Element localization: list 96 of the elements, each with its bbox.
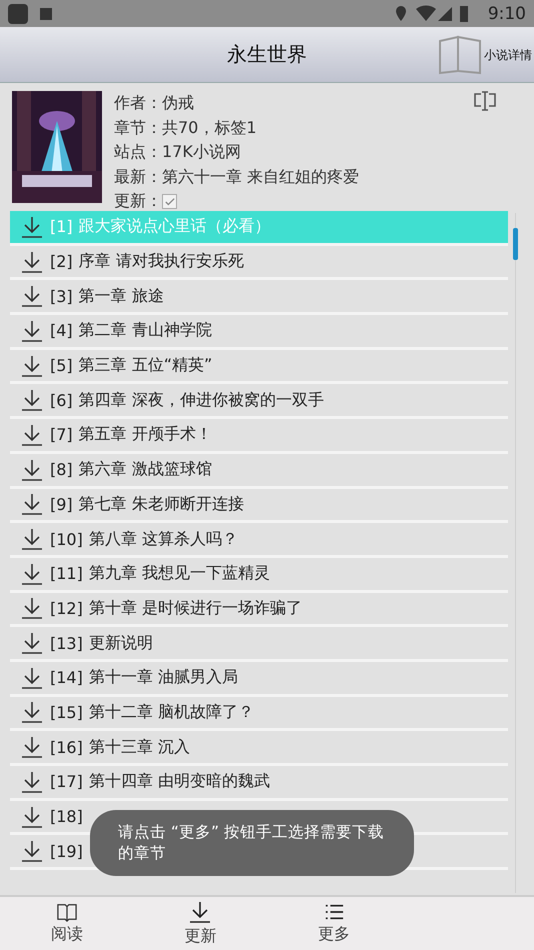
chapter-number: [12] xyxy=(50,598,83,618)
chapter-number: [19] xyxy=(50,842,83,861)
chapter-item[interactable]: [17] 第十四章 由明变暗的魏武 xyxy=(10,766,508,801)
chapter-item[interactable]: [16] 第十三章 沉入 xyxy=(10,731,508,766)
download-icon[interactable] xyxy=(20,388,44,412)
chapter-title: 更新说明 xyxy=(88,632,153,654)
field-value: 伪戒 xyxy=(162,92,194,114)
chapter-item[interactable]: [5] 第三章 五位“精英” xyxy=(10,350,508,384)
download-icon[interactable] xyxy=(20,214,44,239)
chapter-item[interactable]: [2] 序章 请对我执行安乐死 xyxy=(10,246,508,280)
chapter-item[interactable]: [12] 第十章 是时候进行一场诈骗了 xyxy=(10,592,508,628)
book-icon xyxy=(438,35,482,75)
nav-button[interactable]: 更多 xyxy=(267,897,400,950)
chapter-number: [17] xyxy=(50,772,83,792)
chapter-item[interactable]: [13] 更新说明 xyxy=(10,627,508,662)
chapter-number: [11] xyxy=(50,564,83,584)
chapter-item[interactable]: [6] 第四章 深夜，伸进你被窝的一双手 xyxy=(10,384,508,420)
book-title: 永生世界 xyxy=(227,41,307,68)
chapter-item[interactable]: [11] 第九章 我想见一下蓝精灵 xyxy=(10,558,508,593)
chapter-title: 跟大家说点心里话（必看） xyxy=(78,216,271,238)
chapter-title: 第七章 朱老师断开连接 xyxy=(78,494,244,515)
nav-button[interactable]: 阅读 xyxy=(0,897,134,950)
chapter-number: [2] xyxy=(50,252,73,272)
field-value: 第六十一章 来自红姐的疼爱 xyxy=(162,166,360,188)
clock: 9:10 xyxy=(488,4,526,24)
download-icon[interactable] xyxy=(20,735,44,760)
chapter-item[interactable]: [8] 第六章 激战篮球馆 xyxy=(10,454,508,488)
chapter-number: [14] xyxy=(50,668,83,688)
text-cursor-icon[interactable] xyxy=(472,90,498,112)
notification-icon xyxy=(40,8,52,20)
download-icon[interactable] xyxy=(20,770,44,794)
chapter-title: 第十二章 脑机故障了？ xyxy=(88,702,254,723)
scrollbar-thumb[interactable] xyxy=(513,228,518,260)
chapter-title: 第十三章 沉入 xyxy=(88,736,190,758)
chapter-number: [16] xyxy=(50,738,83,757)
chapter-number: [13] xyxy=(50,634,83,653)
field-label: 作者： xyxy=(114,92,162,114)
field-value: 17K小说网 xyxy=(162,141,241,163)
chapter-title: 第九章 我想见一下蓝精灵 xyxy=(88,563,270,584)
chapter-item[interactable]: [15] 第十二章 脑机故障了？ xyxy=(10,696,508,732)
book-icon xyxy=(56,902,78,922)
chapter-number: [3] xyxy=(50,286,73,306)
chapter-item[interactable]: [14] 第十一章 油腻男入局 xyxy=(10,662,508,697)
chapter-number: [15] xyxy=(50,702,83,722)
download-icon[interactable] xyxy=(20,839,44,864)
chapter-item[interactable]: [4] 第二章 青山神学院 xyxy=(10,315,508,350)
field-value: 共70，标签1 xyxy=(162,116,257,138)
chapter-item[interactable]: [3] 第一章 旅途 xyxy=(10,280,508,316)
download-icon[interactable] xyxy=(20,666,44,690)
chapter-number: [10] xyxy=(50,530,83,549)
chapter-title: 第四章 深夜，伸进你被窝的一双手 xyxy=(78,390,324,411)
chapter-item[interactable]: [7] 第五章 开颅手术！ xyxy=(10,419,508,454)
chapter-title: 第十四章 由明变暗的魏武 xyxy=(88,771,270,792)
chapter-item[interactable]: [9] 第七章 朱老师断开连接 xyxy=(10,488,508,524)
field-label: 章节： xyxy=(114,116,162,138)
field-label: 更新： xyxy=(114,190,162,212)
chapter-number: [18] xyxy=(50,807,83,826)
chapter-number: [4] xyxy=(50,321,73,340)
download-icon[interactable] xyxy=(20,354,44,378)
download-icon[interactable] xyxy=(20,527,44,552)
chapter-number: [9] xyxy=(50,494,73,514)
chapter-title: 第三章 五位“精英” xyxy=(78,355,212,376)
novel-details-button[interactable]: 小说详情 xyxy=(438,35,532,75)
download-icon[interactable] xyxy=(20,318,44,343)
chapter-title: 第一章 旅途 xyxy=(78,286,164,307)
download-icon[interactable] xyxy=(20,804,44,829)
chapter-title: 第五章 开颅手术！ xyxy=(78,424,212,446)
download-icon[interactable] xyxy=(20,422,44,447)
check-icon xyxy=(164,196,174,206)
download-icon[interactable] xyxy=(20,492,44,516)
nav-button[interactable]: 更新 xyxy=(134,897,267,950)
download-icon[interactable] xyxy=(20,631,44,656)
download-icon[interactable] xyxy=(20,562,44,586)
chapter-title: 序章 请对我执行安乐死 xyxy=(78,251,244,272)
chapter-title: 第六章 激战篮球馆 xyxy=(78,459,212,480)
chapter-number: [1] xyxy=(50,217,73,236)
chapter-title: 第十章 是时候进行一场诈骗了 xyxy=(88,598,302,619)
chapter-number: [7] xyxy=(50,425,73,444)
chapter-number: [6] xyxy=(50,390,73,410)
field-label: 最新： xyxy=(114,166,162,188)
chapter-title: 第八章 这算杀人吗？ xyxy=(88,528,238,550)
chapter-title: 第十一章 油腻男入局 xyxy=(88,667,238,688)
field-label: 站点： xyxy=(114,141,162,163)
update-checkbox[interactable] xyxy=(162,194,177,209)
chapter-title: 第二章 青山神学院 xyxy=(78,320,212,342)
download-icon[interactable] xyxy=(20,284,44,308)
download-icon[interactable] xyxy=(20,700,44,724)
download-icon[interactable] xyxy=(20,458,44,482)
download-icon xyxy=(188,900,212,924)
hint-toast: 请点击 “更多” 按钮手工选择需要下载的章节 xyxy=(90,810,414,876)
download-icon[interactable] xyxy=(20,250,44,274)
chapter-number: [5] xyxy=(50,356,73,376)
chapter-number: [8] xyxy=(50,460,73,480)
chapter-item[interactable]: [10] 第八章 这算杀人吗？ xyxy=(10,523,508,558)
app-icon xyxy=(8,4,28,24)
download-icon[interactable] xyxy=(20,596,44,620)
